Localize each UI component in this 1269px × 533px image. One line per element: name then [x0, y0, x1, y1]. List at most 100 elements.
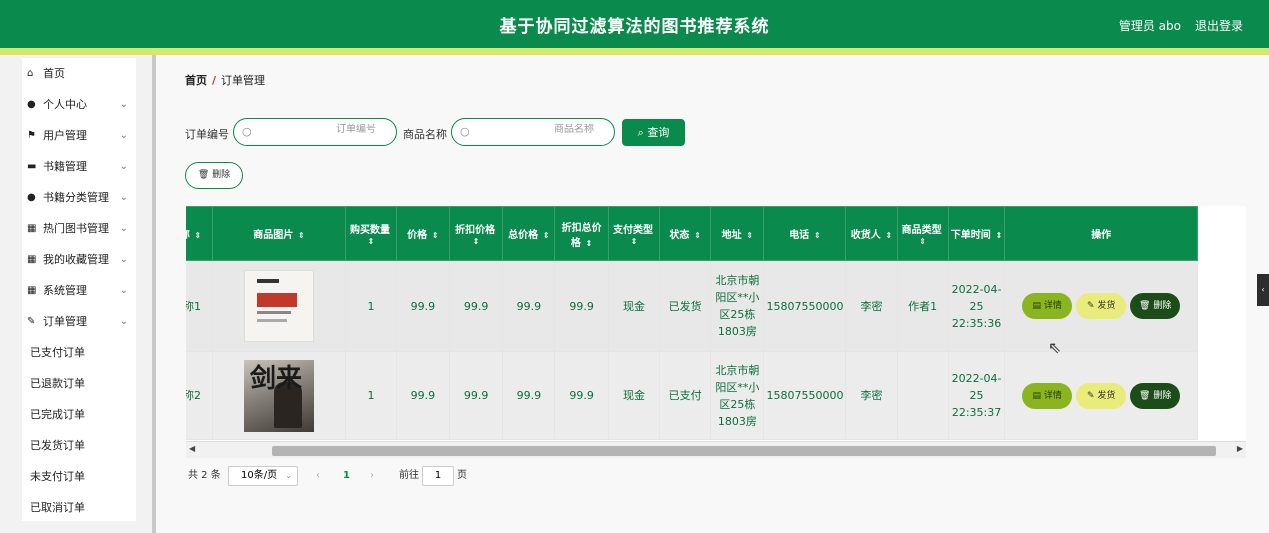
sort-icon[interactable]: ⇕ — [429, 231, 439, 240]
sidebar-item-0[interactable]: ⌂ 首页 — [22, 58, 136, 89]
sort-icon[interactable]: ⇕ — [631, 237, 638, 246]
product-name-field[interactable]: ○ — [451, 118, 615, 146]
column-header-label: 下单时间 — [950, 230, 991, 241]
sidebar-item-5[interactable]: ▦ 热门图书管理 ⌄ — [22, 213, 136, 244]
sidebar-item-3[interactable]: ▬ 书籍管理 ⌄ — [22, 151, 136, 182]
column-header[interactable]: 商品图片 ⇕ — [211, 206, 346, 261]
sidebar-item-label: 系统管理 — [43, 284, 87, 297]
column-header-label: 状态 — [669, 230, 690, 241]
cell-status: 已支付 — [659, 351, 712, 440]
sort-icon[interactable]: ⇕ — [295, 231, 305, 240]
sidebar-subitem-1[interactable]: 已退款订单 — [22, 368, 136, 399]
query-button-label: 查询 — [647, 126, 670, 139]
actions-cell: ▤ 详情 ✎ 发货 🗑︎ 删除 — [1004, 260, 1198, 352]
logout-link[interactable]: 退出登录 — [1195, 17, 1243, 34]
cell-type — [896, 351, 949, 440]
sort-icon[interactable]: ⇕ — [691, 231, 701, 240]
sort-icon[interactable]: ⇕ — [993, 231, 1003, 240]
order-number-input[interactable] — [296, 124, 376, 135]
column-header[interactable]: 商品类型 ⇕ — [896, 206, 949, 261]
column-header[interactable]: 折扣价格 ⇕ — [448, 206, 504, 261]
sidebar-item-8[interactable]: ✎ 订单管理 ⌄ — [22, 306, 136, 337]
cell-pay-type: 现金 — [607, 351, 661, 440]
column-header[interactable]: 下单时间 ⇕ — [947, 206, 1006, 261]
scroll-right-arrow-icon[interactable]: ▶ — [1237, 444, 1243, 453]
column-header[interactable]: 总价格 ⇕ — [502, 206, 556, 261]
ship-button[interactable]: ✎ 发货 — [1076, 382, 1127, 409]
column-header-label: 总价格 — [508, 230, 539, 241]
column-header[interactable]: 价格 ⇕ — [395, 206, 450, 261]
column-header-label: 商品名称 — [186, 230, 190, 241]
column-header[interactable]: 商品名称 ⇕ — [186, 206, 213, 261]
cell-price: 99.9 — [395, 260, 450, 352]
sort-icon[interactable]: ⇕ — [192, 231, 202, 240]
sidebar-subitem-0[interactable]: 已支付订单 — [22, 337, 136, 368]
column-header[interactable]: 地址 ⇕ — [710, 206, 765, 261]
query-button[interactable]: ⌕ 查询 — [622, 119, 685, 146]
prev-page-button[interactable]: ‹ — [316, 466, 320, 486]
goto-page-input[interactable]: 1 — [422, 466, 454, 486]
book-cover-image[interactable]: 剑来 — [243, 359, 314, 432]
sort-icon[interactable]: ⇕ — [744, 231, 753, 240]
sidebar-item-7[interactable]: ▦ 系统管理 ⌄ — [22, 275, 136, 306]
batch-delete-label: 删除 — [212, 170, 231, 180]
ship-button[interactable]: ✎ 发货 — [1076, 293, 1127, 319]
sort-icon[interactable]: ⇕ — [368, 237, 375, 246]
sidebar-item-label: 订单管理 — [43, 315, 87, 328]
column-header-label: 收货人 — [850, 230, 881, 241]
product-name-input[interactable] — [514, 124, 594, 135]
sidebar-subitem-2[interactable]: 已完成订单 — [22, 399, 136, 430]
next-page-button[interactable]: › — [370, 466, 374, 486]
sidebar-item-2[interactable]: ⚑ 用户管理 ⌄ — [22, 120, 136, 151]
detail-button[interactable]: ▤ 详情 — [1022, 382, 1073, 409]
sidebar-item-1[interactable]: ● 个人中心 ⌄ — [22, 89, 136, 120]
chevron-down-icon: ⌄ — [119, 285, 128, 296]
side-panel-toggle-icon[interactable]: ‹ — [1257, 274, 1269, 306]
breadcrumb: 首页 / 订单管理 — [185, 72, 265, 88]
breadcrumb-home[interactable]: 首页 — [185, 74, 207, 87]
cell-address: 北京市朝阳区**小区25栋1803房 — [710, 351, 765, 440]
page-size-select[interactable]: 10条/页 ⌄ — [228, 466, 298, 486]
scrollbar-thumb[interactable] — [272, 446, 1216, 456]
cover-graphic — [256, 319, 287, 322]
sort-icon[interactable]: ⇕ — [883, 231, 893, 240]
cell-total: 99.9 — [502, 351, 556, 440]
sidebar-subitem-3[interactable]: 已发货订单 — [22, 430, 136, 461]
horizontal-scrollbar[interactable]: ◀ ▶ — [186, 441, 1246, 458]
detail-button[interactable]: ▤ 详情 — [1022, 293, 1073, 319]
sidebar-subitem-4[interactable]: 未支付订单 — [22, 461, 136, 492]
cell-time: 2022-04-25 22:35:37 — [947, 351, 1006, 440]
sort-icon[interactable]: ⇕ — [473, 237, 480, 246]
column-header[interactable]: 电话 ⇕ — [763, 206, 847, 261]
chevron-down-icon: ⌄ — [119, 130, 128, 141]
sidebar-subitem-5[interactable]: 已取消订单 — [22, 492, 136, 523]
column-header-label: 操作 — [1091, 230, 1112, 241]
user-icon: ● — [27, 192, 36, 203]
current-page-number[interactable]: 1 — [343, 466, 350, 486]
column-header[interactable]: 状态 ⇕ — [659, 206, 712, 261]
sidebar-item-6[interactable]: ▦ 我的收藏管理 ⌄ — [22, 244, 136, 275]
sort-icon[interactable]: ⇕ — [919, 237, 926, 246]
column-header[interactable]: 操作 — [1004, 206, 1198, 261]
sort-icon[interactable]: ⇕ — [583, 239, 593, 248]
column-header[interactable]: 支付类型 ⇕ — [607, 206, 661, 261]
pencil-icon: ✎ — [1086, 390, 1098, 401]
column-header[interactable]: 收货人 ⇕ — [845, 206, 898, 261]
sort-icon[interactable]: ⇕ — [811, 231, 821, 240]
delete-button[interactable]: 🗑︎ 删除 — [1130, 293, 1181, 319]
book-cover-image[interactable] — [243, 270, 314, 342]
order-number-field[interactable]: ○ — [233, 118, 397, 146]
delete-button[interactable]: 🗑︎ 删除 — [1130, 382, 1181, 409]
sidebar-item-4[interactable]: ● 书籍分类管理 ⌄ — [22, 182, 136, 213]
column-header[interactable]: 购买数量 ⇕ — [344, 206, 397, 261]
app-title: 基于协同过滤算法的图书推荐系统 — [499, 17, 770, 37]
cell-pay-type: 现金 — [607, 260, 661, 352]
scroll-left-arrow-icon[interactable]: ◀ — [189, 444, 195, 453]
batch-delete-button[interactable]: 🗑︎ 删除 — [185, 162, 243, 189]
sidebar: ⌂ 首页 ● 个人中心 ⌄ ⚑ 用户管理 ⌄ ▬ 书籍管理 ⌄ ● 书籍分类管理 ⌄ ▦ 热门图书管理 ⌄ ▦ 我的… — [22, 58, 136, 521]
column-header[interactable]: 折扣总价格 ⇕ — [554, 206, 609, 261]
search-icon: ○ — [460, 125, 470, 138]
chevron-down-icon: ⌄ — [119, 254, 128, 265]
breadcrumb-current: 订单管理 — [221, 74, 266, 87]
sort-icon[interactable]: ⇕ — [540, 231, 550, 240]
